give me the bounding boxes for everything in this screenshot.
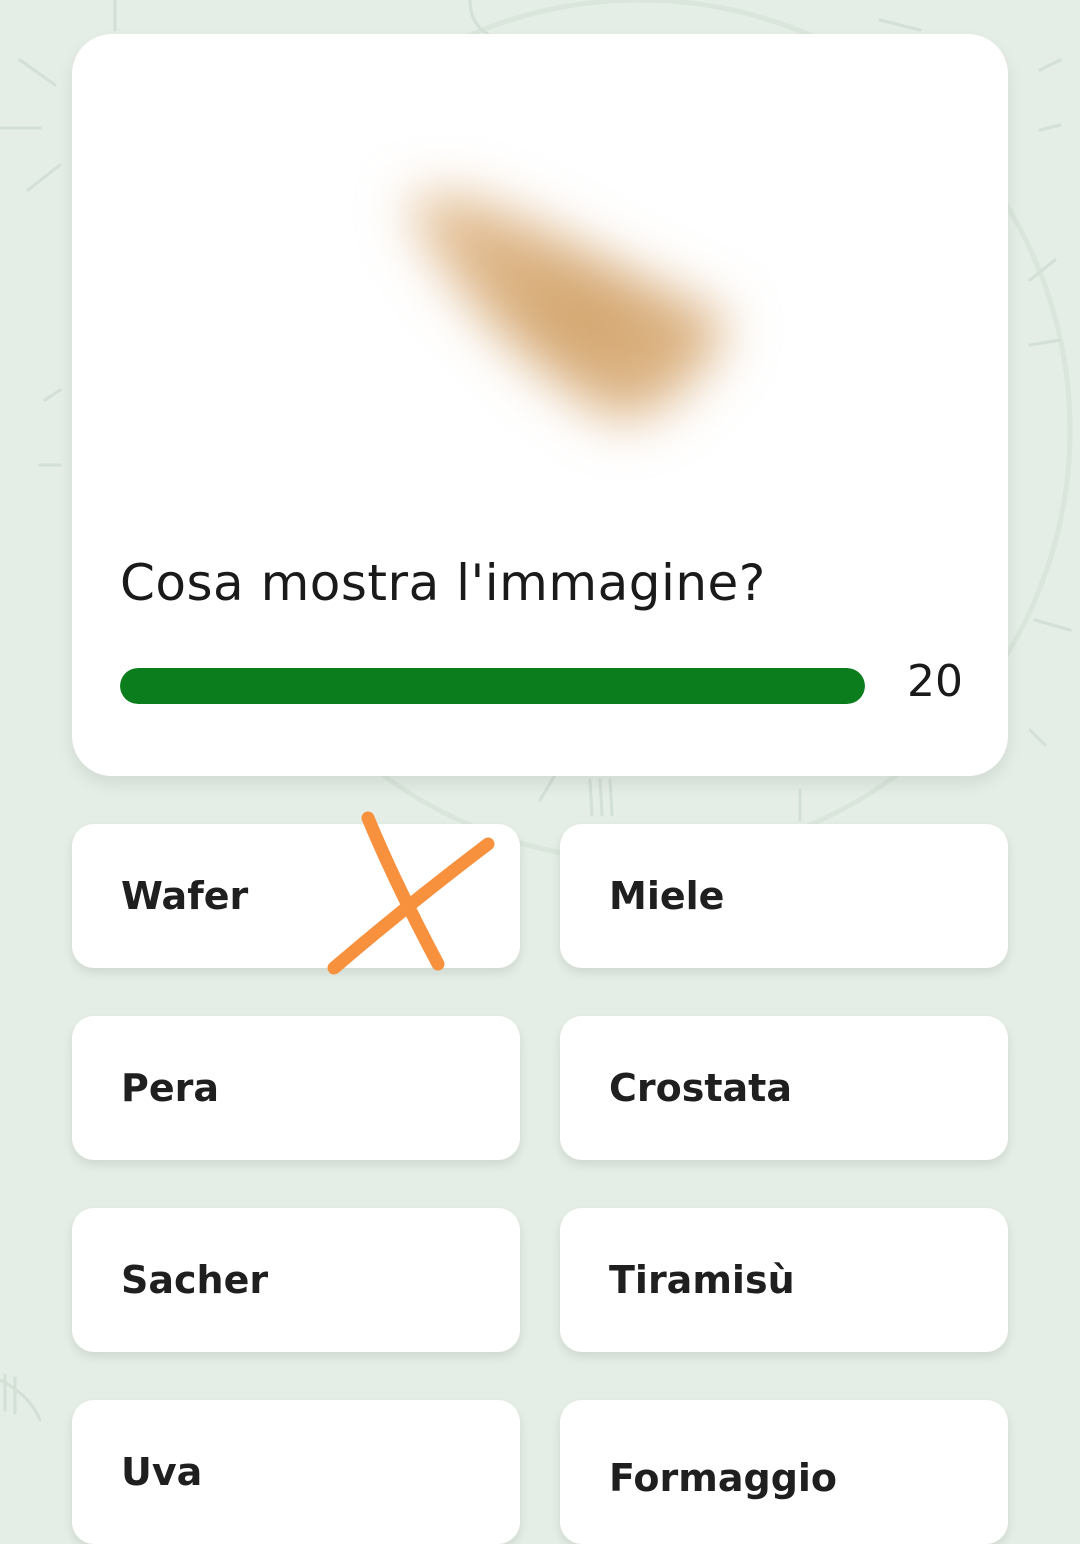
question-text: Cosa mostra l'immagine?: [120, 554, 766, 612]
answer-button[interactable]: Miele: [560, 824, 1008, 968]
answer-button[interactable]: Wafer: [72, 824, 520, 968]
blurred-food-image-icon: [407, 194, 725, 421]
answer-label: Formaggio: [609, 1456, 838, 1500]
answer-label: Sacher: [121, 1258, 269, 1302]
question-card: Cosa mostra l'immagine? 20: [72, 34, 1008, 776]
answer-button[interactable]: Formaggio: [560, 1400, 1008, 1544]
timer-progress-bar: [120, 668, 865, 704]
answer-button[interactable]: Crostata: [560, 1016, 1008, 1160]
answer-button[interactable]: Pera: [72, 1016, 520, 1160]
answer-button[interactable]: Sacher: [72, 1208, 520, 1352]
timer-progress-fill: [120, 668, 865, 704]
question-image: [322, 104, 802, 504]
timer-count: 20: [907, 656, 963, 707]
answer-label: Tiramisù: [609, 1258, 795, 1302]
answer-label: Miele: [609, 874, 725, 918]
answer-label: Wafer: [121, 874, 249, 918]
answer-button[interactable]: Tiramisù: [560, 1208, 1008, 1352]
answer-button[interactable]: Uva: [72, 1400, 520, 1544]
answer-label: Pera: [121, 1066, 220, 1110]
answer-label: Uva: [121, 1450, 203, 1494]
answer-label: Crostata: [609, 1066, 792, 1110]
